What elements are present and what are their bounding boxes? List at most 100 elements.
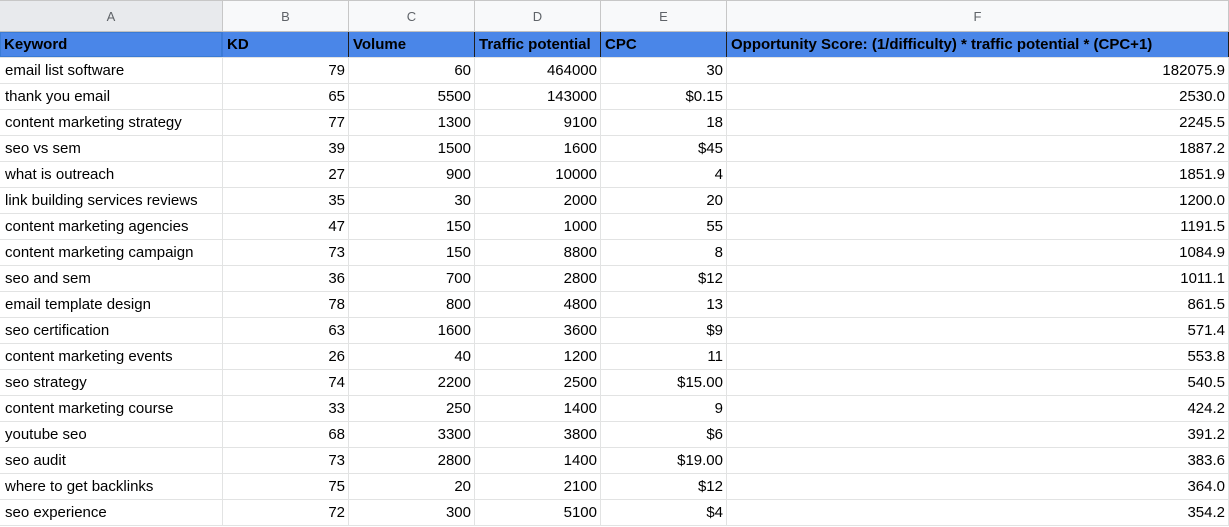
cell-traffic-potential[interactable]: 10000 — [475, 162, 601, 187]
cell-kd[interactable]: 73 — [223, 240, 349, 265]
cell-cpc[interactable]: 11 — [601, 344, 727, 369]
cell-kd[interactable]: 35 — [223, 188, 349, 213]
cell-opportunity-score[interactable]: 391.2 — [727, 422, 1229, 447]
cell-kd[interactable]: 77 — [223, 110, 349, 135]
cell-keyword[interactable]: what is outreach — [0, 162, 223, 187]
header-cell-volume[interactable]: Volume — [349, 32, 475, 57]
cell-opportunity-score[interactable]: 1887.2 — [727, 136, 1229, 161]
cell-keyword[interactable]: seo audit — [0, 448, 223, 473]
cell-keyword[interactable]: content marketing course — [0, 396, 223, 421]
cell-kd[interactable]: 79 — [223, 58, 349, 83]
cell-keyword[interactable]: content marketing events — [0, 344, 223, 369]
cell-opportunity-score[interactable]: 364.0 — [727, 474, 1229, 499]
header-cell-keyword[interactable]: Keyword — [0, 32, 223, 57]
cell-kd[interactable]: 26 — [223, 344, 349, 369]
cell-keyword[interactable]: email template design — [0, 292, 223, 317]
cell-volume[interactable]: 5500 — [349, 84, 475, 109]
cell-kd[interactable]: 68 — [223, 422, 349, 447]
cell-opportunity-score[interactable]: 1200.0 — [727, 188, 1229, 213]
cell-cpc[interactable]: 4 — [601, 162, 727, 187]
cell-traffic-potential[interactable]: 2800 — [475, 266, 601, 291]
header-cell-cpc[interactable]: CPC — [601, 32, 727, 57]
cell-volume[interactable]: 60 — [349, 58, 475, 83]
cell-volume[interactable]: 3300 — [349, 422, 475, 447]
cell-volume[interactable]: 900 — [349, 162, 475, 187]
cell-cpc[interactable]: $6 — [601, 422, 727, 447]
cell-cpc[interactable]: $9 — [601, 318, 727, 343]
column-header-e[interactable]: E — [601, 1, 727, 31]
cell-traffic-potential[interactable]: 9100 — [475, 110, 601, 135]
cell-cpc[interactable]: 20 — [601, 188, 727, 213]
cell-keyword[interactable]: content marketing agencies — [0, 214, 223, 239]
cell-kd[interactable]: 74 — [223, 370, 349, 395]
cell-keyword[interactable]: seo and sem — [0, 266, 223, 291]
cell-opportunity-score[interactable]: 1191.5 — [727, 214, 1229, 239]
cell-traffic-potential[interactable]: 1000 — [475, 214, 601, 239]
cell-opportunity-score[interactable]: 2530.0 — [727, 84, 1229, 109]
cell-volume[interactable]: 20 — [349, 474, 475, 499]
cell-opportunity-score[interactable]: 571.4 — [727, 318, 1229, 343]
cell-traffic-potential[interactable]: 3600 — [475, 318, 601, 343]
cell-cpc[interactable]: $45 — [601, 136, 727, 161]
cell-opportunity-score[interactable]: 553.8 — [727, 344, 1229, 369]
cell-kd[interactable]: 36 — [223, 266, 349, 291]
cell-opportunity-score[interactable]: 1084.9 — [727, 240, 1229, 265]
cell-opportunity-score[interactable]: 1851.9 — [727, 162, 1229, 187]
header-cell-traffic-potential[interactable]: Traffic potential — [475, 32, 601, 57]
cell-volume[interactable]: 1500 — [349, 136, 475, 161]
cell-traffic-potential[interactable]: 1400 — [475, 448, 601, 473]
cell-traffic-potential[interactable]: 1200 — [475, 344, 601, 369]
cell-cpc[interactable]: $19.00 — [601, 448, 727, 473]
cell-traffic-potential[interactable]: 1600 — [475, 136, 601, 161]
cell-volume[interactable]: 700 — [349, 266, 475, 291]
cell-traffic-potential[interactable]: 2100 — [475, 474, 601, 499]
cell-keyword[interactable]: seo vs sem — [0, 136, 223, 161]
column-header-f[interactable]: F — [727, 1, 1229, 31]
cell-kd[interactable]: 78 — [223, 292, 349, 317]
cell-opportunity-score[interactable]: 383.6 — [727, 448, 1229, 473]
cell-cpc[interactable]: 8 — [601, 240, 727, 265]
cell-kd[interactable]: 33 — [223, 396, 349, 421]
cell-traffic-potential[interactable]: 8800 — [475, 240, 601, 265]
cell-volume[interactable]: 1600 — [349, 318, 475, 343]
cell-kd[interactable]: 39 — [223, 136, 349, 161]
header-cell-kd[interactable]: KD — [223, 32, 349, 57]
cell-volume[interactable]: 2200 — [349, 370, 475, 395]
cell-keyword[interactable]: thank you email — [0, 84, 223, 109]
cell-opportunity-score[interactable]: 1011.1 — [727, 266, 1229, 291]
cell-volume[interactable]: 250 — [349, 396, 475, 421]
cell-traffic-potential[interactable]: 2500 — [475, 370, 601, 395]
cell-volume[interactable]: 1300 — [349, 110, 475, 135]
cell-traffic-potential[interactable]: 464000 — [475, 58, 601, 83]
cell-keyword[interactable]: seo certification — [0, 318, 223, 343]
header-cell-opportunity-score[interactable]: Opportunity Score: (1/difficulty) * traf… — [727, 32, 1229, 57]
cell-volume[interactable]: 300 — [349, 500, 475, 525]
cell-cpc[interactable]: 18 — [601, 110, 727, 135]
cell-opportunity-score[interactable]: 2245.5 — [727, 110, 1229, 135]
cell-volume[interactable]: 40 — [349, 344, 475, 369]
cell-keyword[interactable]: content marketing campaign — [0, 240, 223, 265]
cell-keyword[interactable]: seo strategy — [0, 370, 223, 395]
cell-cpc[interactable]: $12 — [601, 474, 727, 499]
cell-keyword[interactable]: link building services reviews — [0, 188, 223, 213]
cell-keyword[interactable]: where to get backlinks — [0, 474, 223, 499]
cell-keyword[interactable]: content marketing strategy — [0, 110, 223, 135]
cell-keyword[interactable]: youtube seo — [0, 422, 223, 447]
cell-opportunity-score[interactable]: 861.5 — [727, 292, 1229, 317]
cell-opportunity-score[interactable]: 424.2 — [727, 396, 1229, 421]
cell-cpc[interactable]: 9 — [601, 396, 727, 421]
cell-keyword[interactable]: seo experience — [0, 500, 223, 525]
cell-kd[interactable]: 73 — [223, 448, 349, 473]
cell-cpc[interactable]: $0.15 — [601, 84, 727, 109]
column-header-b[interactable]: B — [223, 1, 349, 31]
cell-volume[interactable]: 30 — [349, 188, 475, 213]
cell-cpc[interactable]: 13 — [601, 292, 727, 317]
cell-kd[interactable]: 65 — [223, 84, 349, 109]
cell-volume[interactable]: 150 — [349, 240, 475, 265]
column-header-d[interactable]: D — [475, 1, 601, 31]
cell-traffic-potential[interactable]: 3800 — [475, 422, 601, 447]
cell-cpc[interactable]: $15.00 — [601, 370, 727, 395]
cell-kd[interactable]: 27 — [223, 162, 349, 187]
cell-kd[interactable]: 75 — [223, 474, 349, 499]
cell-opportunity-score[interactable]: 182075.9 — [727, 58, 1229, 83]
